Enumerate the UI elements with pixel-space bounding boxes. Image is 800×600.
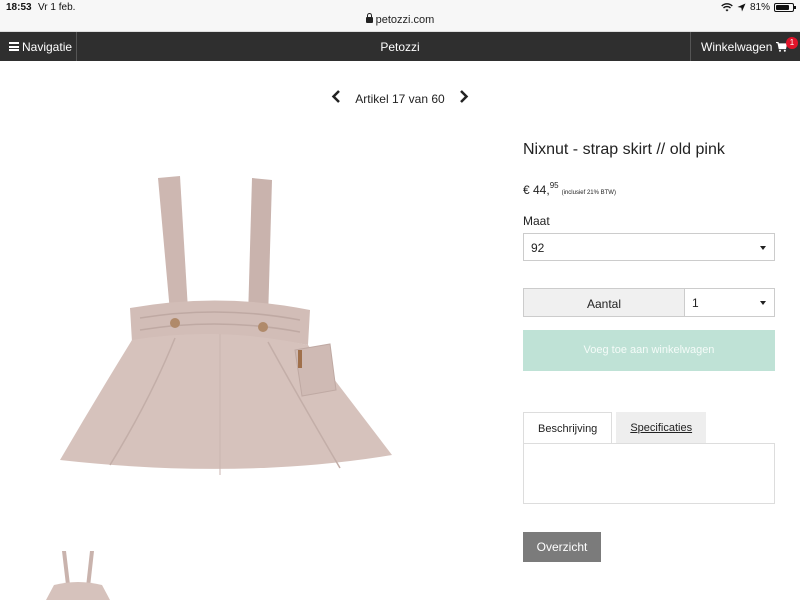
product-thumbnail[interactable] bbox=[40, 545, 110, 600]
previous-article-button[interactable] bbox=[325, 90, 347, 108]
navigation-menu-button[interactable]: Navigatie bbox=[0, 32, 77, 61]
cart-label: Winkelwagen bbox=[701, 39, 773, 54]
tab-description[interactable]: Beschrijving bbox=[523, 412, 613, 444]
price-main: € 44, bbox=[523, 183, 550, 197]
product-tabs: Beschrijving Specificaties bbox=[523, 412, 707, 444]
location-arrow-icon bbox=[737, 3, 746, 12]
status-time: 18:53 bbox=[6, 2, 32, 13]
product-price: € 44,95(inclusief 21% BTW) bbox=[523, 181, 616, 197]
caret-down-icon bbox=[760, 301, 766, 305]
cart-count-badge: 1 bbox=[786, 37, 798, 49]
wifi-icon bbox=[721, 3, 733, 12]
product-image[interactable] bbox=[40, 160, 410, 490]
chevron-right-icon bbox=[459, 90, 468, 103]
site-navbar: Navigatie Petozzi Winkelwagen 1 bbox=[0, 32, 800, 61]
status-date: Vr 1 feb. bbox=[38, 2, 76, 13]
quantity-selected-value: 1 bbox=[692, 296, 699, 310]
battery-percent: 81% bbox=[749, 2, 770, 13]
skirt-thumbnail bbox=[46, 551, 110, 600]
site-title: Petozzi bbox=[380, 40, 420, 54]
quantity-select[interactable]: 1 bbox=[685, 288, 775, 317]
add-to-cart-button[interactable]: Voeg toe aan winkelwagen bbox=[523, 330, 775, 371]
size-selected-value: 92 bbox=[531, 241, 545, 255]
price-cents: 95 bbox=[549, 181, 559, 190]
tab-panel bbox=[523, 443, 775, 504]
address-bar[interactable]: petozzi.com bbox=[0, 13, 800, 32]
url-text: petozzi.com bbox=[375, 14, 435, 26]
caret-down-icon bbox=[760, 246, 766, 250]
article-position: Artikel 17 van 60 bbox=[355, 92, 445, 106]
size-label: Maat bbox=[523, 214, 550, 228]
chevron-left-icon bbox=[332, 90, 341, 103]
status-indicators: 81% bbox=[721, 2, 796, 13]
article-pager: Artikel 17 van 60 bbox=[320, 90, 480, 108]
next-article-button[interactable] bbox=[453, 90, 475, 108]
quantity-label: Aantal bbox=[523, 288, 685, 317]
tab-specifications[interactable]: Specificaties bbox=[616, 412, 707, 444]
overview-button[interactable]: Overzicht bbox=[523, 532, 601, 562]
quantity-group: Aantal 1 bbox=[523, 288, 775, 317]
price-vat-note: (inclusief 21% BTW) bbox=[561, 190, 616, 196]
product-title: Nixnut - strap skirt // old pink bbox=[523, 141, 725, 158]
hamburger-icon bbox=[9, 42, 19, 51]
battery-icon bbox=[774, 3, 796, 12]
size-select[interactable]: 92 bbox=[523, 233, 775, 261]
navigation-label: Navigatie bbox=[22, 39, 73, 54]
lock-icon bbox=[365, 13, 373, 23]
cart-button[interactable]: Winkelwagen 1 bbox=[690, 32, 800, 61]
battery-level bbox=[776, 5, 789, 10]
skirt-illustration bbox=[60, 176, 392, 475]
